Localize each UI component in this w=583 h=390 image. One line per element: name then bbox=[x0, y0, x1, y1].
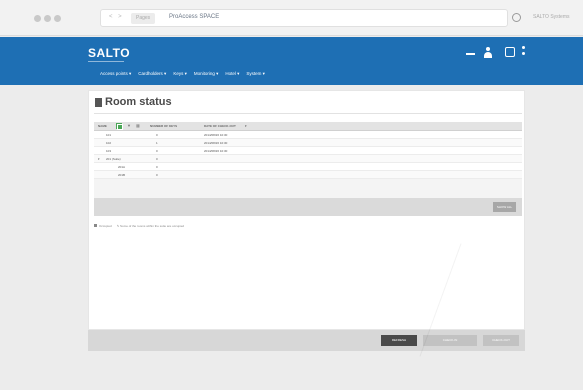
legend: Occupied ✎ Some of the rooms within the … bbox=[94, 224, 184, 228]
app-header: SALTO Access points ▾ Cardholders ▾ Keys… bbox=[0, 37, 583, 85]
title-divider bbox=[94, 113, 522, 114]
window-zoom-button[interactable] bbox=[54, 15, 61, 22]
grid-icon[interactable]: ▦ bbox=[136, 123, 140, 128]
legend-occupied: Occupied bbox=[94, 224, 112, 228]
browser-nav-arrows[interactable]: < > bbox=[109, 14, 124, 20]
address-bar[interactable]: < > Pages ProAccess SPACE bbox=[100, 9, 508, 27]
room-name: 102 bbox=[106, 141, 112, 145]
table-footer: SHOW ALL bbox=[94, 198, 522, 216]
door-icon bbox=[95, 98, 102, 107]
legend-subroom-label: Some of the rooms within the suite are o… bbox=[120, 224, 185, 228]
window-minimize-button[interactable] bbox=[44, 15, 51, 22]
app-window-icon[interactable] bbox=[505, 47, 515, 57]
check-out-button[interactable]: CHECK-OUT bbox=[483, 335, 519, 346]
checkout-date: 2014/08/26 10:30 bbox=[204, 133, 228, 137]
browser-sync-icon[interactable] bbox=[512, 13, 521, 22]
browser-chrome: < > Pages ProAccess SPACE SALTO Systems bbox=[0, 0, 583, 36]
more-dot-icon[interactable] bbox=[522, 46, 525, 49]
table-row[interactable]: 101 0 2014/08/26 10:30 bbox=[94, 131, 522, 139]
key-count: 0 bbox=[156, 157, 158, 161]
occupied-swatch-icon bbox=[94, 224, 97, 227]
url-text[interactable]: ProAccess SPACE bbox=[169, 14, 219, 20]
more-dot-icon[interactable] bbox=[522, 52, 525, 55]
table-row[interactable]: 201A 0 bbox=[94, 163, 522, 171]
minimize-icon[interactable] bbox=[466, 53, 475, 55]
column-header-name[interactable]: NAME bbox=[98, 124, 107, 128]
expand-toggle-icon[interactable]: ▾ bbox=[98, 157, 100, 161]
key-count: 0 bbox=[156, 133, 158, 137]
filter-icon[interactable]: ▼ bbox=[127, 123, 131, 128]
url-badge: Pages bbox=[131, 13, 156, 24]
checkout-date: 2014/08/26 10:30 bbox=[204, 149, 228, 153]
room-name: 201 (Suite) bbox=[106, 157, 121, 161]
table-row[interactable]: 201B 0 bbox=[94, 171, 522, 179]
occupied-filter-icon[interactable] bbox=[116, 123, 123, 130]
main-menu: Access points ▾ Cardholders ▾ Keys ▾ Mon… bbox=[100, 71, 265, 77]
checkout-date: 2014/08/26 10:30 bbox=[204, 141, 228, 145]
room-name: 201A bbox=[118, 165, 126, 169]
room-name: 103 bbox=[106, 149, 112, 153]
browser-profile-label[interactable]: SALTO Systems bbox=[533, 14, 570, 20]
menu-keys[interactable]: Keys ▾ bbox=[173, 71, 187, 77]
table-header: NAME ▼ ▦ NUMBER OF KEYS DATE OF CHECK-OU… bbox=[94, 122, 522, 131]
key-count: 0 bbox=[156, 173, 158, 177]
key-count: 0 bbox=[156, 165, 158, 169]
refresh-button[interactable]: REFRESH bbox=[381, 335, 417, 346]
column-header-keys[interactable]: NUMBER OF KEYS bbox=[150, 124, 177, 128]
key-count: 1 bbox=[156, 141, 158, 145]
action-bar: REFRESH CHECK-IN CHECK-OUT bbox=[88, 330, 525, 351]
legend-subroom: ✎ Some of the rooms within the suite are… bbox=[117, 224, 184, 228]
legend-occupied-label: Occupied bbox=[99, 224, 112, 228]
column-header-checkout[interactable]: DATE OF CHECK-OUT bbox=[204, 124, 236, 128]
page-title: Room status bbox=[105, 96, 172, 108]
table-row[interactable]: ▾ 201 (Suite) 0 bbox=[94, 155, 522, 163]
menu-system[interactable]: System ▾ bbox=[246, 71, 265, 77]
room-name: 101 bbox=[106, 133, 112, 137]
menu-cardholders[interactable]: Cardholders ▾ bbox=[138, 71, 166, 77]
menu-hotel[interactable]: Hotel ▾ bbox=[225, 71, 239, 77]
room-name: 201B bbox=[118, 173, 126, 177]
room-status-table: NAME ▼ ▦ NUMBER OF KEYS DATE OF CHECK-OU… bbox=[94, 122, 522, 216]
salto-logo[interactable]: SALTO bbox=[88, 46, 130, 60]
table-row[interactable]: 102 1 2014/08/26 10:30 bbox=[94, 139, 522, 147]
key-count: 0 bbox=[156, 149, 158, 153]
user-icon-body bbox=[484, 52, 492, 58]
user-icon[interactable] bbox=[483, 47, 493, 58]
menu-access-points[interactable]: Access points ▾ bbox=[100, 71, 131, 77]
logo-underline bbox=[88, 61, 124, 62]
window-close-button[interactable] bbox=[34, 15, 41, 22]
show-all-button[interactable]: SHOW ALL bbox=[493, 202, 516, 212]
sort-dropdown-icon[interactable]: ▾ bbox=[245, 124, 247, 128]
check-in-button[interactable]: CHECK-IN bbox=[423, 335, 477, 346]
table-row[interactable]: 103 0 2014/08/26 10:30 bbox=[94, 147, 522, 155]
user-icon-head bbox=[486, 47, 490, 51]
table-empty-area bbox=[94, 179, 522, 198]
menu-monitoring[interactable]: Monitoring ▾ bbox=[194, 71, 219, 77]
room-status-panel: Room status NAME ▼ ▦ NUMBER OF KEYS DATE… bbox=[88, 90, 525, 330]
